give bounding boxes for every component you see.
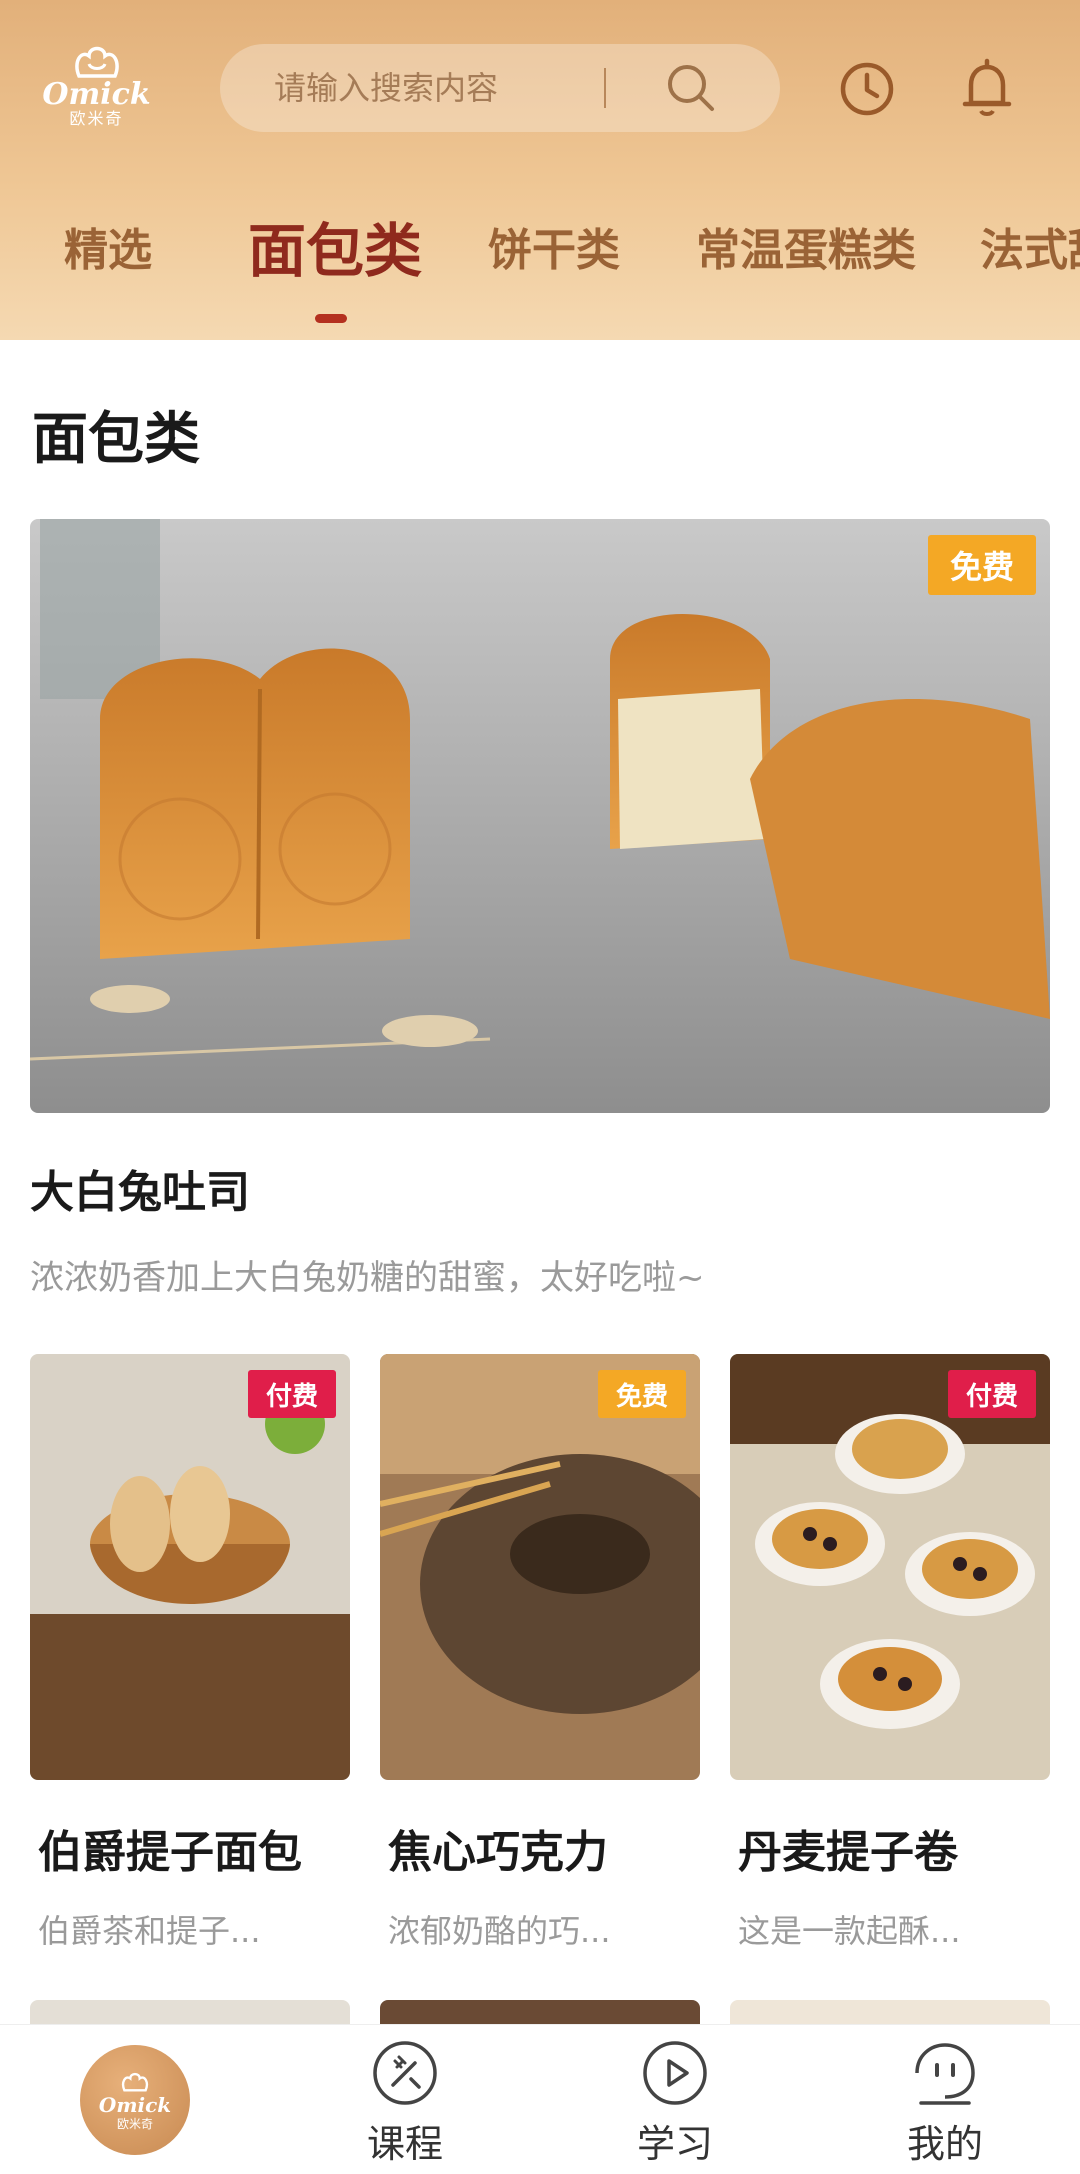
recipe-title[interactable]: 伯爵提子面包 [38,1816,302,1880]
profile-icon [915,2043,975,2105]
active-tab-indicator [315,314,347,323]
search-input[interactable] [274,69,604,107]
recipe-title[interactable]: 丹麦提子卷 [738,1816,958,1880]
tab-bread[interactable]: 面包类 [248,204,422,288]
hero-bread-image [30,519,1050,1113]
hero-card-image[interactable]: 免费 [30,519,1050,1113]
price-badge: 付费 [248,1370,336,1418]
hero-title[interactable]: 大白兔吐司 [30,1156,250,1220]
brand-name-cn: 欧米奇 [69,109,124,128]
recipe-thumbnail[interactable]: 付费 [730,1354,1050,1780]
nav-home-button[interactable]: Omick 欧米奇 [80,2045,190,2155]
nav-brand-cn: 欧米奇 [116,2116,153,2131]
tab-french-desserts[interactable]: 法式甜 [980,214,1080,278]
nav-label-learn: 学习 [636,2122,713,2166]
course-icon [373,2041,437,2105]
tab-biscuits[interactable]: 饼干类 [488,214,620,278]
nav-label-profile: 我的 [906,2122,983,2166]
history-button[interactable] [832,54,902,124]
nav-brand-en: Omick [98,2092,172,2117]
recipe-title[interactable]: 焦心巧克力 [388,1816,608,1880]
recipe-description: 这是一款起酥... [738,1912,961,1950]
nav-item-learn[interactable]: 学习 [605,2039,745,2168]
recipe-description: 伯爵茶和提子... [38,1912,261,1950]
brand-logo[interactable]: Omick 欧米奇 [34,40,159,140]
price-badge: 付费 [948,1370,1036,1418]
search-button[interactable] [656,53,726,123]
bottom-navigation: Omick 欧米奇 课程 学习 我的 [0,2024,1080,2174]
notifications-button[interactable] [952,54,1022,124]
play-icon [643,2041,707,2105]
search-bar[interactable] [220,44,780,132]
recipe-thumbnail[interactable]: 免费 [380,1354,700,1780]
tab-featured[interactable]: 精选 [64,214,152,278]
brand-name-en: Omick [42,77,151,112]
logo-crown-icon [121,2072,149,2091]
section-title: 面包类 [32,407,200,472]
bell-icon [962,58,1012,116]
nav-item-course[interactable]: 课程 [335,2039,475,2168]
category-tabs: 精选 面包类 饼干类 常温蛋糕类 法式甜 [0,200,1080,340]
tab-cakes[interactable]: 常温蛋糕类 [696,214,916,278]
nav-label-course: 课程 [366,2122,443,2166]
nav-item-profile[interactable]: 我的 [875,2039,1015,2168]
hero-price-badge: 免费 [928,535,1036,595]
app-header: Omick 欧米奇 精选 面包类 饼干类 常温蛋糕类 法式甜 [0,0,1080,340]
price-badge: 免费 [598,1370,686,1418]
clock-icon [840,62,894,116]
search-icon [668,65,714,111]
search-divider [604,68,606,108]
hero-description: 浓浓奶香加上大白兔奶糖的甜蜜，太好吃啦~ [30,1258,705,1298]
recipe-description: 浓郁奶酪的巧... [388,1912,611,1950]
recipe-thumbnail[interactable]: 付费 [30,1354,350,1780]
